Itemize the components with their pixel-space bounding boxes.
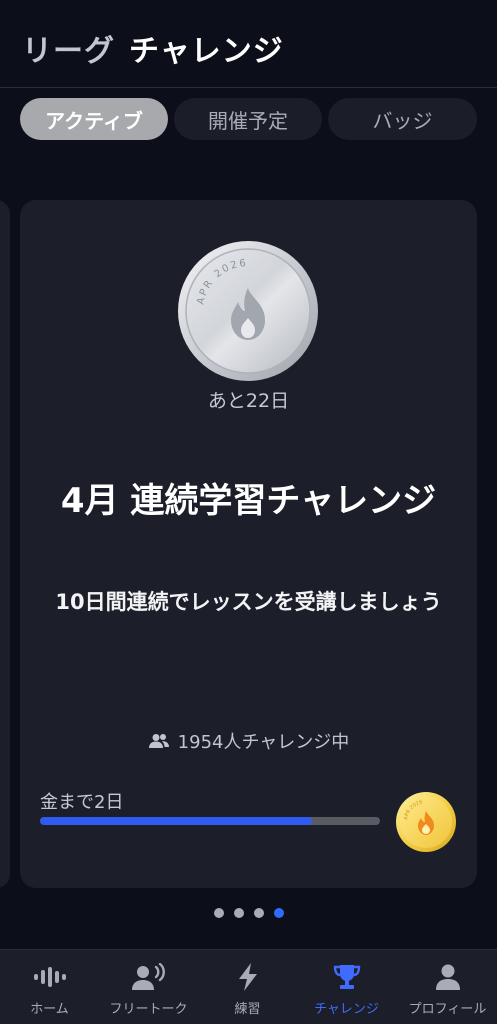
tab-badges[interactable]: バッジ bbox=[328, 98, 477, 140]
nav-challenge-label: チャレンジ bbox=[314, 1002, 379, 1017]
days-left-label: あと22日 bbox=[207, 390, 290, 412]
waveform-icon bbox=[33, 962, 67, 992]
pagination-dot[interactable] bbox=[213, 908, 224, 918]
challenge-description: 10日間連続でレッスンを受講しましょう bbox=[55, 590, 442, 614]
nav-home[interactable]: ホーム bbox=[0, 950, 99, 1024]
pagination-dot[interactable] bbox=[253, 908, 264, 918]
participants-count: 1954人チャレンジ中 bbox=[177, 732, 350, 753]
tab-upcoming[interactable]: 開催予定 bbox=[174, 98, 322, 140]
challenge-screen: リーグ チャレンジ アクティブ 開催予定 バッジ APR 2026 あと22日 … bbox=[0, 0, 497, 1024]
pagination-dot[interactable] bbox=[273, 908, 284, 918]
speaking-person-icon bbox=[131, 962, 167, 992]
pagination-dot[interactable] bbox=[233, 908, 244, 918]
goal-label: 金まで2日 bbox=[40, 792, 124, 813]
carousel-pagination bbox=[0, 908, 497, 918]
page-title: リーグ チャレンジ bbox=[22, 26, 284, 70]
progress-fill bbox=[40, 817, 312, 825]
nav-free-talk[interactable]: フリートーク bbox=[99, 950, 198, 1024]
nav-practice[interactable]: 練習 bbox=[198, 950, 297, 1024]
silver-medal-icon: APR 2026 bbox=[177, 240, 319, 382]
person-icon bbox=[435, 962, 461, 992]
app-header: リーグ チャレンジ bbox=[0, 0, 497, 88]
bottom-navigation: ホーム フリートーク 練習 チャレンジ プロフィール bbox=[0, 949, 497, 1024]
trophy-icon bbox=[332, 962, 362, 992]
challenge-card[interactable]: APR 2026 あと22日 4月 連続学習チャレンジ 10日間連続でレッスンを… bbox=[20, 200, 477, 888]
tab-active[interactable]: アクティブ bbox=[20, 98, 168, 140]
previous-challenge-card[interactable] bbox=[0, 200, 10, 888]
progress-bar bbox=[40, 817, 380, 825]
people-icon bbox=[148, 734, 169, 748]
nav-profile[interactable]: プロフィール bbox=[398, 950, 497, 1024]
challenge-title: 4月 連続学習チャレンジ bbox=[60, 481, 437, 521]
title-league[interactable]: リーグ bbox=[22, 34, 115, 69]
nav-profile-label: プロフィール bbox=[408, 1002, 487, 1017]
title-challenge[interactable]: チャレンジ bbox=[129, 34, 284, 69]
nav-home-label: ホーム bbox=[30, 1002, 69, 1017]
lightning-icon bbox=[237, 962, 259, 992]
gold-medal-icon: APR 2026 bbox=[395, 791, 457, 853]
nav-free-talk-label: フリートーク bbox=[109, 1002, 188, 1017]
nav-challenge[interactable]: チャレンジ bbox=[297, 950, 396, 1024]
tab-bar: アクティブ 開催予定 バッジ bbox=[20, 98, 477, 140]
nav-practice-label: 練習 bbox=[234, 1002, 261, 1017]
participants-row: 1954人チャレンジ中 bbox=[20, 728, 477, 754]
